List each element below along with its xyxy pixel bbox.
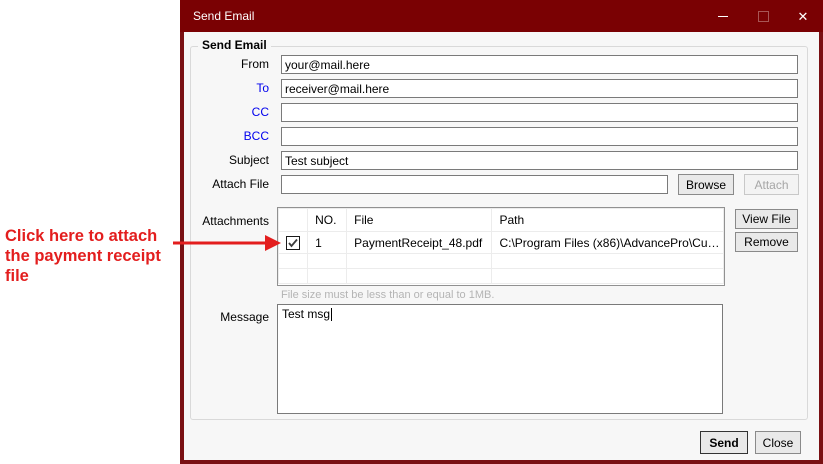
cc-label: CC [251, 105, 269, 119]
attachments-header-row: NO. File Path [278, 208, 724, 232]
maximize-icon [757, 10, 769, 22]
minimize-icon [718, 15, 728, 17]
attach-button: Attach [744, 174, 799, 195]
attach-file-input[interactable] [281, 175, 668, 194]
from-input[interactable] [281, 55, 798, 74]
to-label: To [256, 81, 269, 95]
attachments-label: Attachments [202, 214, 269, 228]
file-column-header: File [346, 208, 493, 232]
annotation-line-1: Click here to attach [5, 227, 158, 245]
send-button[interactable]: Send [700, 431, 748, 454]
attachments-table: NO. File Path 1 PaymentReceipt_48.pdf C:… [277, 207, 725, 286]
annotation-line-2: the payment receipt [5, 247, 161, 265]
send-email-dialog: Send Email ✕ Send Email From To CC BCC S… [180, 0, 823, 464]
close-icon: ✕ [797, 8, 809, 24]
cc-input[interactable] [281, 103, 798, 122]
no-column-header: NO. [307, 208, 348, 232]
minimize-button[interactable] [703, 0, 743, 32]
annotation-line-3: file [5, 267, 29, 285]
text-caret [331, 308, 333, 321]
checkbox-column-header [278, 208, 309, 232]
bcc-label: BCC [243, 129, 269, 143]
empty-row [278, 268, 724, 284]
view-file-button[interactable]: View File [735, 209, 798, 229]
to-input[interactable] [281, 79, 798, 98]
attachment-row[interactable]: 1 PaymentReceipt_48.pdf C:\Program Files… [278, 231, 724, 254]
message-input[interactable]: Test msg [277, 304, 723, 414]
message-label: Message [220, 310, 269, 324]
from-label: From [241, 57, 269, 71]
close-button[interactable]: ✕ [783, 0, 823, 32]
bcc-input[interactable] [281, 127, 798, 146]
maximize-button [743, 0, 783, 32]
groupbox-label: Send Email [198, 38, 271, 52]
subject-input[interactable] [281, 151, 798, 170]
attachment-no-cell: 1 [307, 231, 348, 254]
close-dialog-button[interactable]: Close [755, 431, 801, 454]
dialog-body: Send Email From To CC BCC Subject Attach… [184, 32, 819, 460]
attachment-checkbox[interactable] [286, 235, 301, 250]
attachment-checkbox-cell [278, 231, 309, 254]
browse-button[interactable]: Browse [678, 174, 734, 195]
annotation-text: Click here to attach the payment receipt… [5, 226, 185, 286]
attachment-file-cell: PaymentReceipt_48.pdf [346, 231, 493, 254]
window-title: Send Email [193, 9, 255, 23]
attachment-path-cell: C:\Program Files (x86)\AdvancePro\Custom… [491, 231, 724, 254]
empty-row [278, 253, 724, 269]
subject-label: Subject [228, 153, 269, 167]
path-column-header: Path [491, 208, 724, 232]
remove-button[interactable]: Remove [735, 232, 798, 252]
titlebar: Send Email ✕ [180, 0, 823, 32]
message-text: Test msg [282, 307, 331, 321]
attach-file-label: Attach File [212, 177, 269, 191]
file-size-note: File size must be less than or equal to … [281, 289, 495, 301]
